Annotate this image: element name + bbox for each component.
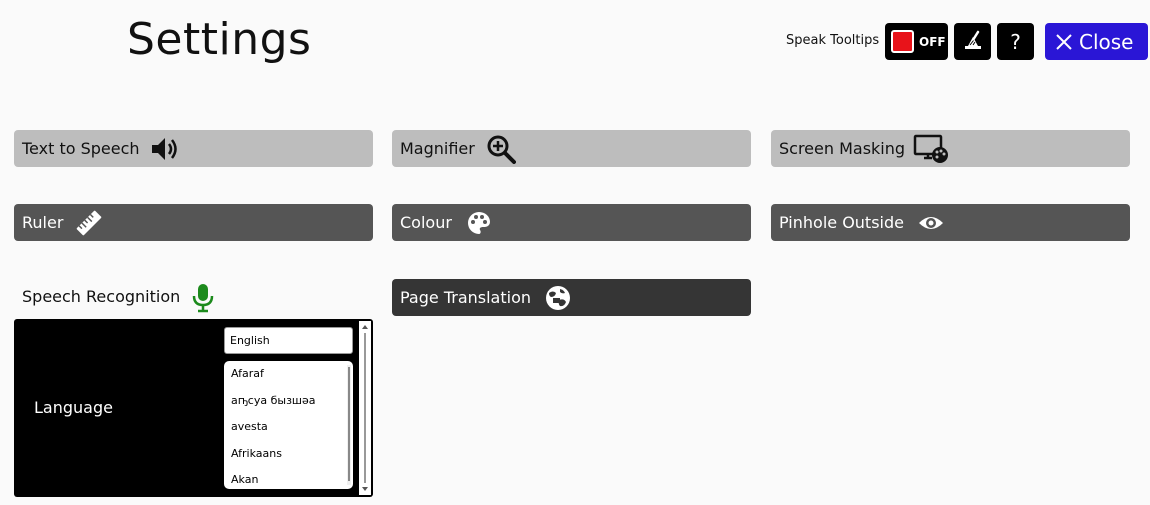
reset-button[interactable] — [954, 23, 991, 60]
speech-recognition-label: Speech Recognition — [22, 287, 181, 306]
help-button[interactable]: ? — [997, 23, 1034, 60]
language-label: Language — [34, 398, 113, 417]
language-select[interactable]: English — [224, 327, 353, 354]
eye-icon — [918, 213, 944, 233]
scroll-up-icon[interactable] — [362, 325, 368, 329]
list-item[interactable]: Akan — [224, 467, 353, 489]
tile-label: Magnifier — [400, 139, 475, 158]
toggle-knob — [891, 30, 914, 53]
tile-ruler[interactable]: Ruler — [14, 204, 373, 241]
tile-colour[interactable]: Colour — [392, 204, 751, 241]
help-label: ? — [1010, 29, 1021, 54]
broom-icon — [961, 28, 985, 56]
microphone-icon[interactable] — [191, 283, 215, 317]
list-item[interactable]: avesta — [224, 414, 353, 441]
tile-screen-masking[interactable]: Screen Masking — [771, 130, 1130, 167]
toggle-state: OFF — [919, 34, 946, 49]
tile-label: Ruler — [22, 213, 64, 232]
panel-scrollbar[interactable] — [359, 321, 371, 495]
tile-magnifier[interactable]: Magnifier — [392, 130, 751, 167]
magnifier-icon — [486, 134, 516, 164]
tile-pinhole-outside[interactable]: Pinhole Outside — [771, 204, 1130, 241]
tile-label: Colour — [400, 213, 452, 232]
speak-tooltips-toggle[interactable]: OFF — [885, 23, 948, 60]
tile-text-to-speech[interactable]: Text to Speech — [14, 130, 373, 167]
speak-tooltips-label: Speak Tooltips — [786, 33, 880, 48]
language-list[interactable]: Afaraf аҧсуа бызшәа avesta Afrikaans Aka… — [224, 361, 353, 489]
tile-label: Page Translation — [400, 288, 531, 307]
speaker-icon — [150, 135, 182, 163]
list-scrollbar-thumb[interactable] — [348, 367, 350, 481]
tile-label: Text to Speech — [22, 139, 140, 158]
palette-icon — [466, 210, 492, 236]
tile-page-translation[interactable]: Page Translation — [392, 279, 751, 316]
list-item[interactable]: аҧсуа бызшәа — [224, 388, 353, 415]
list-item[interactable]: Afaraf — [224, 361, 353, 388]
globe-translate-icon — [544, 284, 572, 312]
list-item[interactable]: Afrikaans — [224, 441, 353, 468]
scroll-down-icon[interactable] — [362, 487, 368, 491]
tile-label: Screen Masking — [779, 139, 906, 158]
page-title: Settings — [127, 14, 312, 65]
close-button[interactable]: Close — [1045, 23, 1148, 60]
ruler-icon — [75, 209, 103, 237]
tile-label: Pinhole Outside — [779, 213, 904, 232]
close-label: Close — [1079, 29, 1134, 54]
close-icon — [1055, 33, 1073, 51]
panel-scrollbar-thumb[interactable] — [364, 333, 366, 483]
language-panel: Language English Afaraf аҧсуа бызшәа ave… — [14, 319, 373, 497]
monitor-palette-icon — [913, 134, 949, 164]
